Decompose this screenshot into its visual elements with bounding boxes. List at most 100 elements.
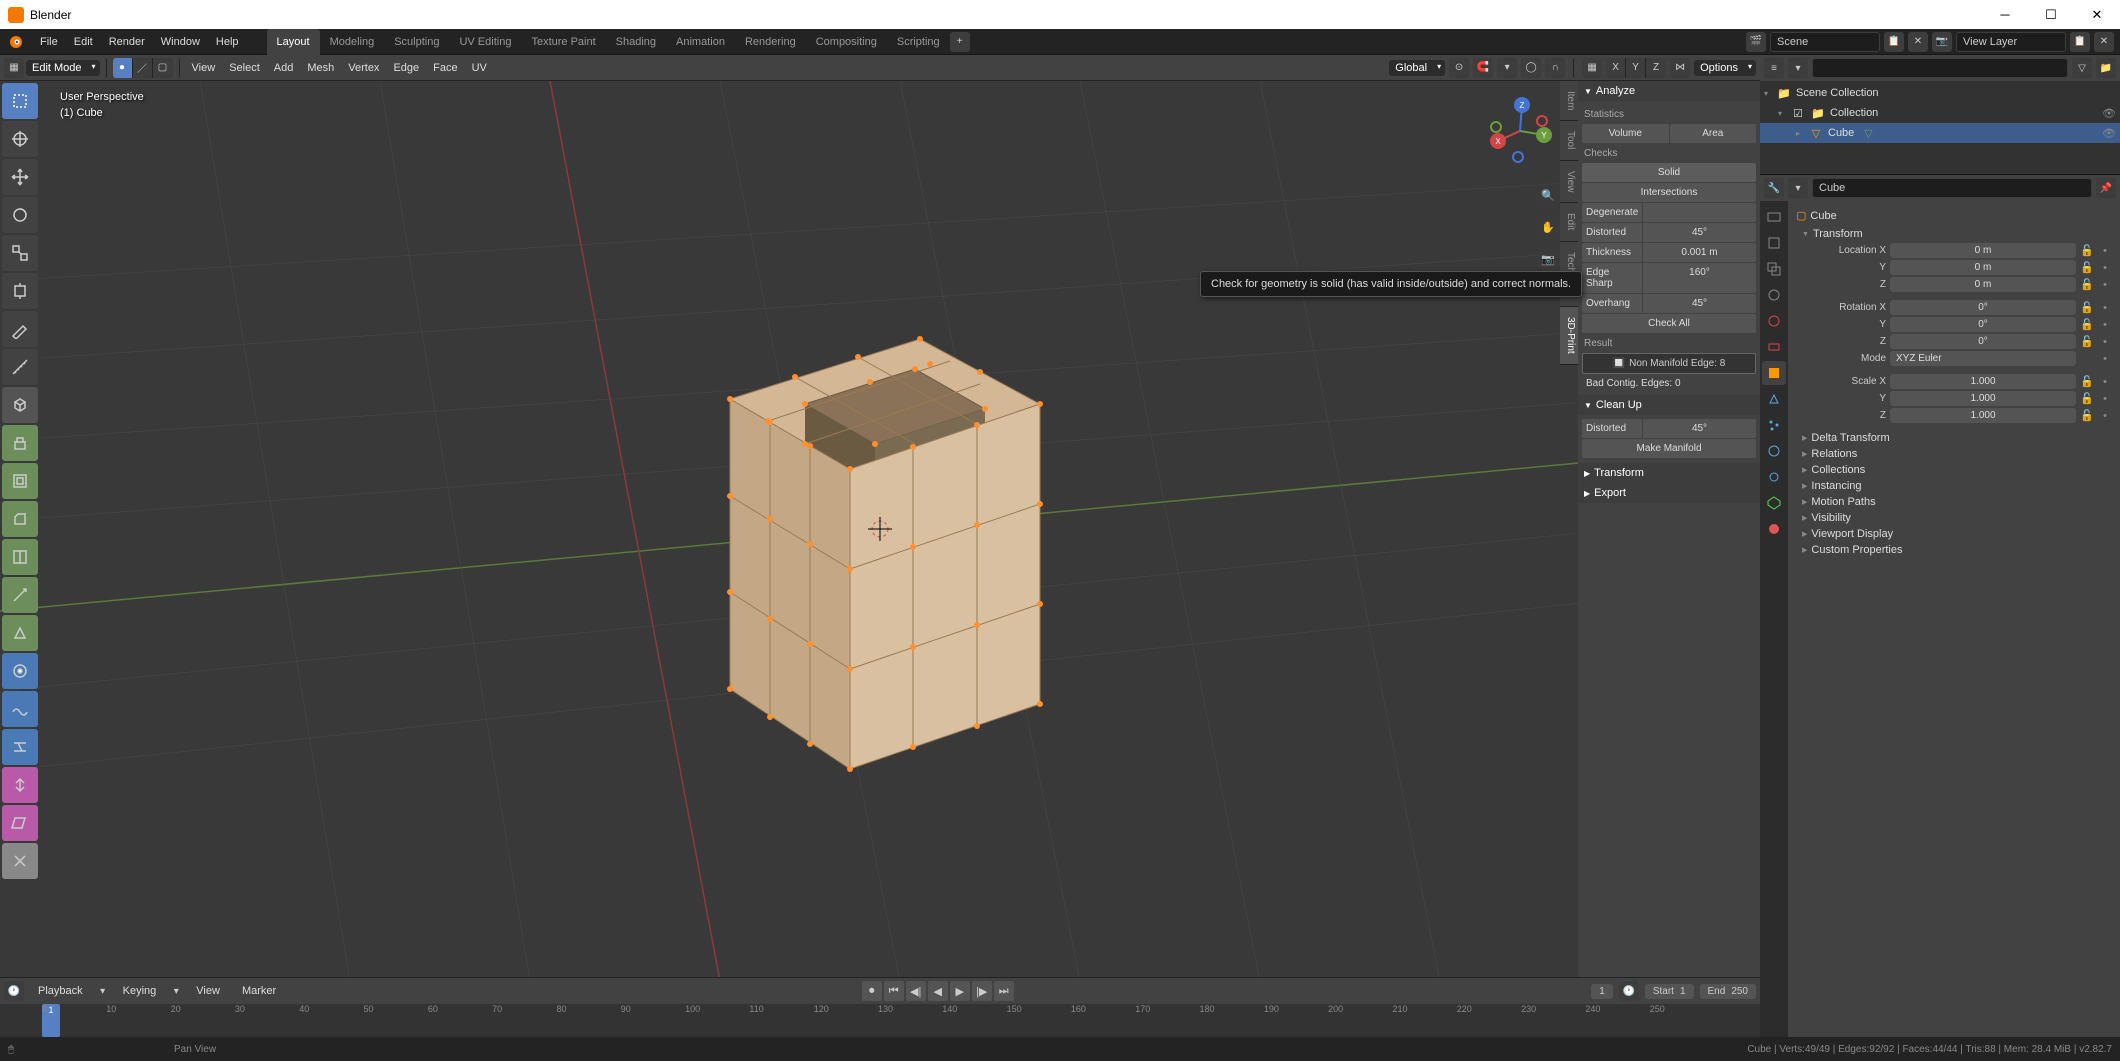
measure-tool[interactable]: [2, 349, 38, 385]
blender-icon[interactable]: [4, 30, 28, 54]
scale-z-field[interactable]: 1.000: [1890, 408, 2076, 423]
add-workspace-button[interactable]: +: [950, 32, 970, 52]
viewlayer-delete-button[interactable]: ✕: [2094, 32, 2114, 52]
particle-tab-icon[interactable]: [1762, 413, 1786, 437]
bevel-tool[interactable]: [2, 501, 38, 537]
rotate-tool[interactable]: [2, 197, 38, 233]
modifier-tab-icon[interactable]: [1762, 387, 1786, 411]
display-mode-icon[interactable]: ▾: [1788, 58, 1808, 78]
render-tab-icon[interactable]: [1762, 205, 1786, 229]
visibility-icon[interactable]: 👁: [2102, 107, 2116, 120]
cleanup-distorted-value[interactable]: 45°: [1643, 419, 1756, 438]
tab-uv-editing[interactable]: UV Editing: [449, 29, 521, 55]
lock-icon[interactable]: 🔓: [2080, 261, 2094, 274]
transform-tool[interactable]: [2, 273, 38, 309]
menu-window[interactable]: Window: [153, 29, 208, 55]
maximize-button[interactable]: ☐: [2028, 0, 2074, 29]
delta-transform-section[interactable]: Delta Transform: [1788, 430, 2120, 446]
rotation-mode-dropdown[interactable]: XYZ Euler: [1890, 351, 2076, 366]
transform-section[interactable]: Transform: [1788, 226, 2120, 242]
shrink-fatten-tool[interactable]: [2, 767, 38, 803]
distorted-button[interactable]: Distorted: [1582, 223, 1642, 242]
area-button[interactable]: Area: [1670, 124, 1757, 143]
edge-slide-tool[interactable]: [2, 729, 38, 765]
outliner-search[interactable]: [1812, 58, 2068, 78]
annotate-tool[interactable]: [2, 311, 38, 347]
npanel-export-header[interactable]: Export: [1578, 483, 1760, 503]
pivot-dropdown[interactable]: ⊙: [1449, 58, 1469, 78]
nav-gizmo[interactable]: X Y Z: [1480, 91, 1560, 171]
collection-tab-icon[interactable]: [1762, 335, 1786, 359]
end-frame-field[interactable]: End 250: [1700, 984, 1756, 999]
scene-browse-icon[interactable]: 🎬: [1746, 32, 1766, 52]
axis-y-button[interactable]: Y: [1626, 58, 1646, 78]
overhang-value[interactable]: 45°: [1643, 294, 1756, 313]
outliner-editor-icon[interactable]: ≡: [1764, 58, 1784, 78]
visibility-icon[interactable]: 👁: [2102, 127, 2116, 140]
cleanup-header[interactable]: Clean Up: [1578, 395, 1760, 415]
autokey-icon[interactable]: ⏺: [862, 981, 882, 1001]
physics-tab-icon[interactable]: [1762, 439, 1786, 463]
tab-layout[interactable]: Layout: [267, 29, 320, 55]
snap-dropdown[interactable]: ▾: [1497, 58, 1517, 78]
custom-properties-section[interactable]: Custom Properties: [1788, 542, 2120, 558]
new-collection-button[interactable]: 📁: [2096, 58, 2116, 78]
jump-end-button[interactable]: ⏭: [994, 981, 1014, 1001]
vertex-select-button[interactable]: ⦁: [113, 58, 133, 78]
props-object-field[interactable]: Cube: [1812, 178, 2092, 198]
face-select-button[interactable]: ▢: [153, 58, 173, 78]
tab-3d-print[interactable]: 3D-Print: [1560, 307, 1578, 365]
thickness-button[interactable]: Thickness: [1582, 243, 1642, 262]
rotation-x-field[interactable]: 0°: [1890, 300, 2076, 315]
vp-menu-mesh[interactable]: Mesh: [301, 58, 340, 78]
timeline-editor-icon[interactable]: 🕐: [4, 981, 24, 1001]
instancing-section[interactable]: Instancing: [1788, 478, 2120, 494]
tab-compositing[interactable]: Compositing: [806, 29, 887, 55]
location-z-field[interactable]: 0 m: [1890, 277, 2076, 292]
keyframe-next-button[interactable]: |▶: [972, 981, 992, 1001]
npanel-transform-header[interactable]: Transform: [1578, 463, 1760, 483]
vp-menu-view[interactable]: View: [186, 58, 222, 78]
lock-icon[interactable]: 🔓: [2080, 409, 2094, 422]
knife-tool[interactable]: [2, 577, 38, 613]
tab-modeling[interactable]: Modeling: [320, 29, 385, 55]
select-box-tool[interactable]: [2, 83, 38, 119]
edge-sharp-button[interactable]: Edge Sharp: [1582, 263, 1642, 293]
scene-new-button[interactable]: 📋: [1884, 32, 1904, 52]
tab-texture-paint[interactable]: Texture Paint: [521, 29, 605, 55]
visibility-section[interactable]: Visibility: [1788, 510, 2120, 526]
tab-edit[interactable]: Edit: [1560, 203, 1578, 241]
vp-menu-face[interactable]: Face: [427, 58, 463, 78]
mesh-tab-icon[interactable]: [1762, 491, 1786, 515]
options-dropdown[interactable]: Options: [1694, 60, 1756, 76]
mesh-edit-mode-icon[interactable]: ▦: [1582, 58, 1602, 78]
pin-icon[interactable]: 📌: [2096, 178, 2116, 198]
props-editor-icon[interactable]: 🔧: [1764, 178, 1784, 198]
axis-x-button[interactable]: X: [1606, 58, 1626, 78]
menu-help[interactable]: Help: [208, 29, 247, 55]
timeline-ruler[interactable]: 1 01020304050607080901001101201301401501…: [0, 1004, 1760, 1037]
lock-icon[interactable]: 🔓: [2080, 375, 2094, 388]
tab-view[interactable]: View: [1560, 161, 1578, 204]
edge-sharp-value[interactable]: 160°: [1643, 263, 1756, 293]
edge-select-button[interactable]: ／: [133, 58, 153, 78]
viewport-3d[interactable]: User Perspective (1) Cube X Y Z 🔍: [0, 81, 1760, 977]
pan-icon[interactable]: ✋: [1534, 213, 1562, 241]
lock-icon[interactable]: 🔓: [2080, 318, 2094, 331]
tab-item[interactable]: Item: [1560, 81, 1578, 121]
automerge-icon[interactable]: ⋈: [1670, 58, 1690, 78]
spin-tool[interactable]: [2, 653, 38, 689]
distorted-value[interactable]: 45°: [1643, 223, 1756, 242]
collections-section[interactable]: Collections: [1788, 462, 2120, 478]
chevron-down-icon[interactable]: ▾: [170, 981, 182, 1001]
thickness-value[interactable]: 0.001 m: [1643, 243, 1756, 262]
motion-paths-section[interactable]: Motion Paths: [1788, 494, 2120, 510]
result-non-manifold[interactable]: 🔲Non Manifold Edge: 8: [1582, 353, 1756, 374]
mode-dropdown[interactable]: Edit Mode: [26, 60, 100, 76]
lock-icon[interactable]: 🔓: [2080, 301, 2094, 314]
proportional-dropdown[interactable]: ∩: [1545, 58, 1565, 78]
tl-view[interactable]: View: [188, 978, 228, 1004]
cleanup-distorted-button[interactable]: Distorted: [1582, 419, 1642, 438]
scene-delete-button[interactable]: ✕: [1908, 32, 1928, 52]
zoom-icon[interactable]: 🔍: [1534, 181, 1562, 209]
